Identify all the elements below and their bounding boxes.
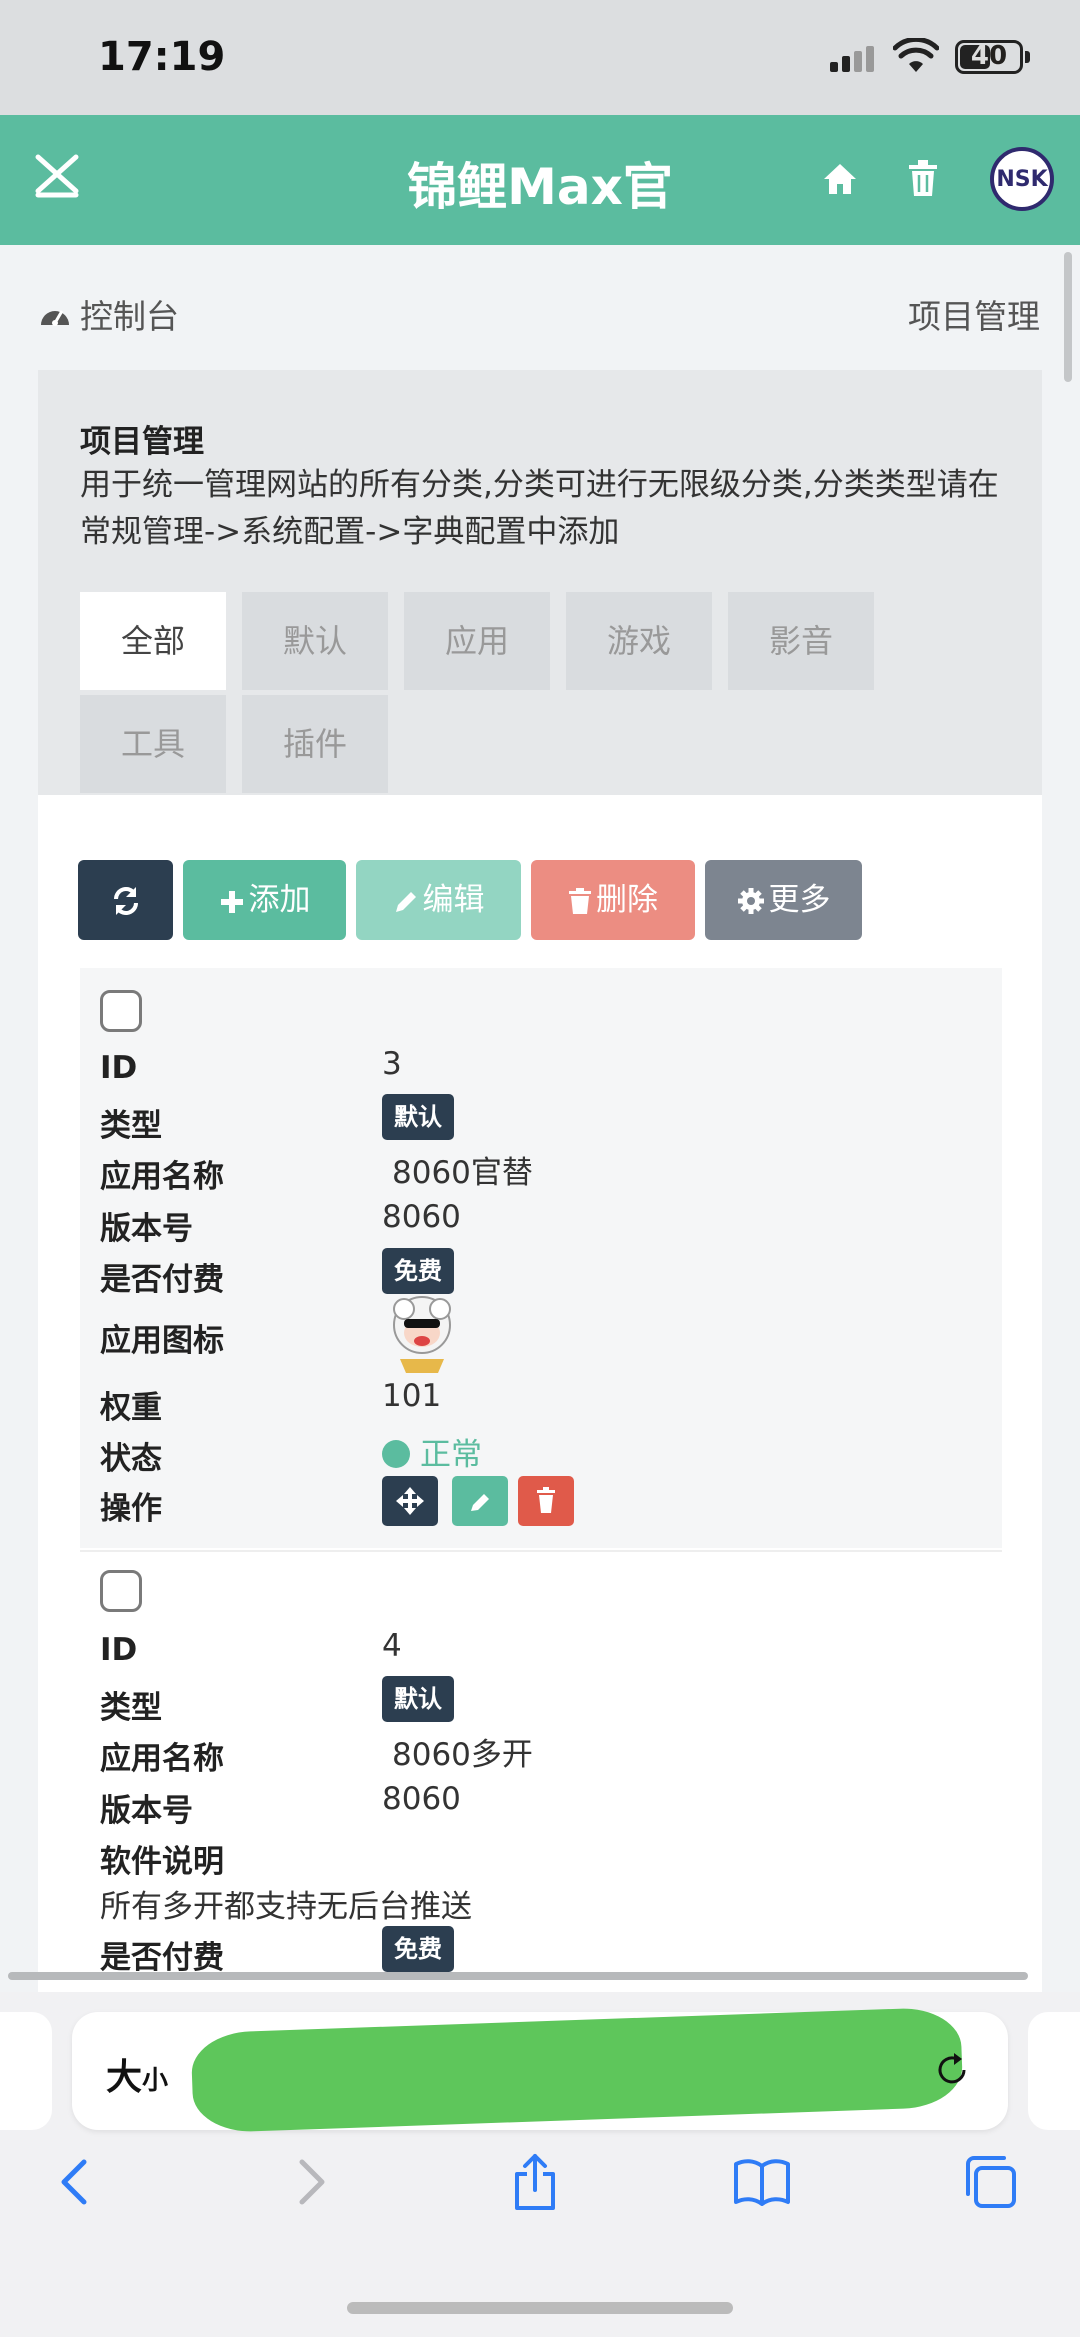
value-app-name: 8060多开 (392, 1737, 533, 1773)
trash-icon (569, 888, 591, 914)
status-dot-icon (382, 1440, 410, 1468)
list-item: ID 4 类型 默认 应用名称 8060多开 版本号 8060 软件说明 所有多… (80, 1550, 1002, 2000)
page-scrollbar[interactable] (1064, 252, 1072, 382)
label-type: 类型 (100, 1690, 162, 1726)
panel-description: 用于统一管理网站的所有分类,分类可进行无限级分类,分类类型请在常规管理->系统配… (80, 467, 999, 550)
row-checkbox[interactable] (100, 990, 142, 1032)
label-app-name: 应用名称 (100, 1741, 224, 1777)
tab-tools[interactable]: 工具 (80, 695, 226, 793)
delete-button[interactable]: 删除 (531, 860, 695, 940)
pencil-icon (395, 892, 416, 912)
more-button[interactable]: 更多 (705, 860, 862, 940)
forward-icon[interactable] (280, 2152, 340, 2212)
refresh-button[interactable] (78, 860, 173, 940)
battery-level: 40 (970, 41, 1008, 71)
browser-toolbar: 大小 (0, 1992, 1080, 2337)
tab-media[interactable]: 影音 (728, 592, 874, 690)
paid-badge: 免费 (382, 1926, 454, 1972)
share-icon[interactable] (505, 2152, 565, 2212)
row-checkbox[interactable] (100, 1570, 142, 1612)
next-tab-preview[interactable] (1028, 2012, 1080, 2130)
label-weight: 权重 (100, 1390, 162, 1426)
tab-all[interactable]: 全部 (80, 592, 226, 690)
breadcrumb: 控制台 (38, 290, 179, 338)
plus-icon (220, 891, 243, 913)
status-time: 17:19 (98, 34, 226, 80)
previous-tab-preview[interactable] (0, 2012, 52, 2130)
reload-icon[interactable] (932, 2050, 972, 2090)
breadcrumb-dashboard[interactable]: 控制台 (80, 297, 179, 336)
edit-label: 编辑 (422, 882, 485, 918)
value-app-name: 8060官替 (392, 1155, 533, 1191)
value-weight: 101 (382, 1378, 442, 1414)
signal-icon (830, 46, 874, 72)
label-id: ID (100, 1632, 138, 1668)
pencil-icon (471, 1494, 489, 1511)
tab-apps[interactable]: 应用 (404, 592, 550, 690)
value-version: 8060 (382, 1199, 461, 1235)
add-label: 添加 (248, 882, 311, 918)
tabs-icon[interactable] (960, 2152, 1020, 2212)
text-size-large: 大 (106, 2057, 143, 2098)
panel-title: 项目管理 (80, 424, 204, 460)
home-indicator[interactable] (347, 2302, 733, 2314)
back-icon[interactable] (46, 2152, 106, 2212)
panel-heading: 项目管理 用于统一管理网站的所有分类,分类可进行无限级分类,分类类型请在常规管理… (38, 370, 1042, 795)
label-id: ID (100, 1050, 138, 1086)
trash-icon (537, 1487, 555, 1513)
value-id: 4 (382, 1628, 402, 1664)
tab-default[interactable]: 默认 (242, 592, 388, 690)
text-size-small: 小 (142, 2066, 169, 2096)
trash-icon[interactable] (907, 159, 939, 197)
row-edit-button[interactable] (452, 1476, 508, 1526)
status-text: 正常 (420, 1437, 482, 1473)
refresh-icon (113, 887, 138, 915)
more-label: 更多 (768, 882, 831, 918)
label-version: 版本号 (100, 1211, 193, 1247)
redacted-url (190, 2006, 964, 2134)
breadcrumb-current: 项目管理 (908, 297, 1040, 336)
add-button[interactable]: 添加 (183, 860, 346, 940)
tab-games[interactable]: 游戏 (566, 592, 712, 690)
bookmarks-icon[interactable] (732, 2152, 792, 2212)
label-version: 版本号 (100, 1793, 193, 1829)
label-actions: 操作 (100, 1491, 162, 1527)
app-icon-image (393, 1296, 451, 1373)
list-item: ID 3 类型 默认 应用名称 8060官替 版本号 8060 是否付费 免费 … (80, 968, 1002, 1548)
edit-button[interactable]: 编辑 (356, 860, 521, 940)
value-software-desc: 所有多开都支持无后台推送 (100, 1889, 472, 1925)
label-status: 状态 (100, 1441, 162, 1477)
home-icon[interactable] (822, 161, 858, 197)
text-size-button[interactable]: 大小 (106, 2048, 168, 2100)
label-software-desc: 软件说明 (100, 1844, 224, 1880)
type-badge: 默认 (382, 1676, 454, 1722)
label-type: 类型 (100, 1108, 162, 1144)
dashboard-icon (41, 310, 69, 326)
tab-plugins[interactable]: 插件 (242, 695, 388, 793)
move-icon (396, 1487, 424, 1515)
label-app-icon: 应用图标 (100, 1323, 224, 1359)
status-bar: 17:19 40 (0, 0, 1080, 115)
user-avatar[interactable]: NSK (990, 147, 1054, 211)
app-header: 锦鲤Max官 NSK (0, 115, 1080, 245)
label-app-name: 应用名称 (100, 1159, 224, 1195)
value-version: 8060 (382, 1781, 461, 1817)
drag-button[interactable] (382, 1476, 438, 1526)
delete-label: 删除 (596, 882, 658, 918)
value-id: 3 (382, 1046, 402, 1082)
battery-icon: 40 (955, 40, 1023, 74)
row-delete-button[interactable] (518, 1476, 574, 1526)
gear-icon (737, 888, 764, 914)
type-badge: 默认 (382, 1094, 454, 1140)
label-paid: 是否付费 (100, 1262, 224, 1298)
horizontal-scrollbar[interactable] (8, 1972, 1028, 1980)
logo-text: NSK (996, 166, 1048, 192)
status-indicator: 正常 (382, 1429, 482, 1474)
address-bar[interactable]: 大小 (72, 2006, 1008, 2134)
label-paid: 是否付费 (100, 1940, 224, 1976)
paid-badge: 免费 (382, 1248, 454, 1294)
wifi-icon (893, 38, 939, 72)
